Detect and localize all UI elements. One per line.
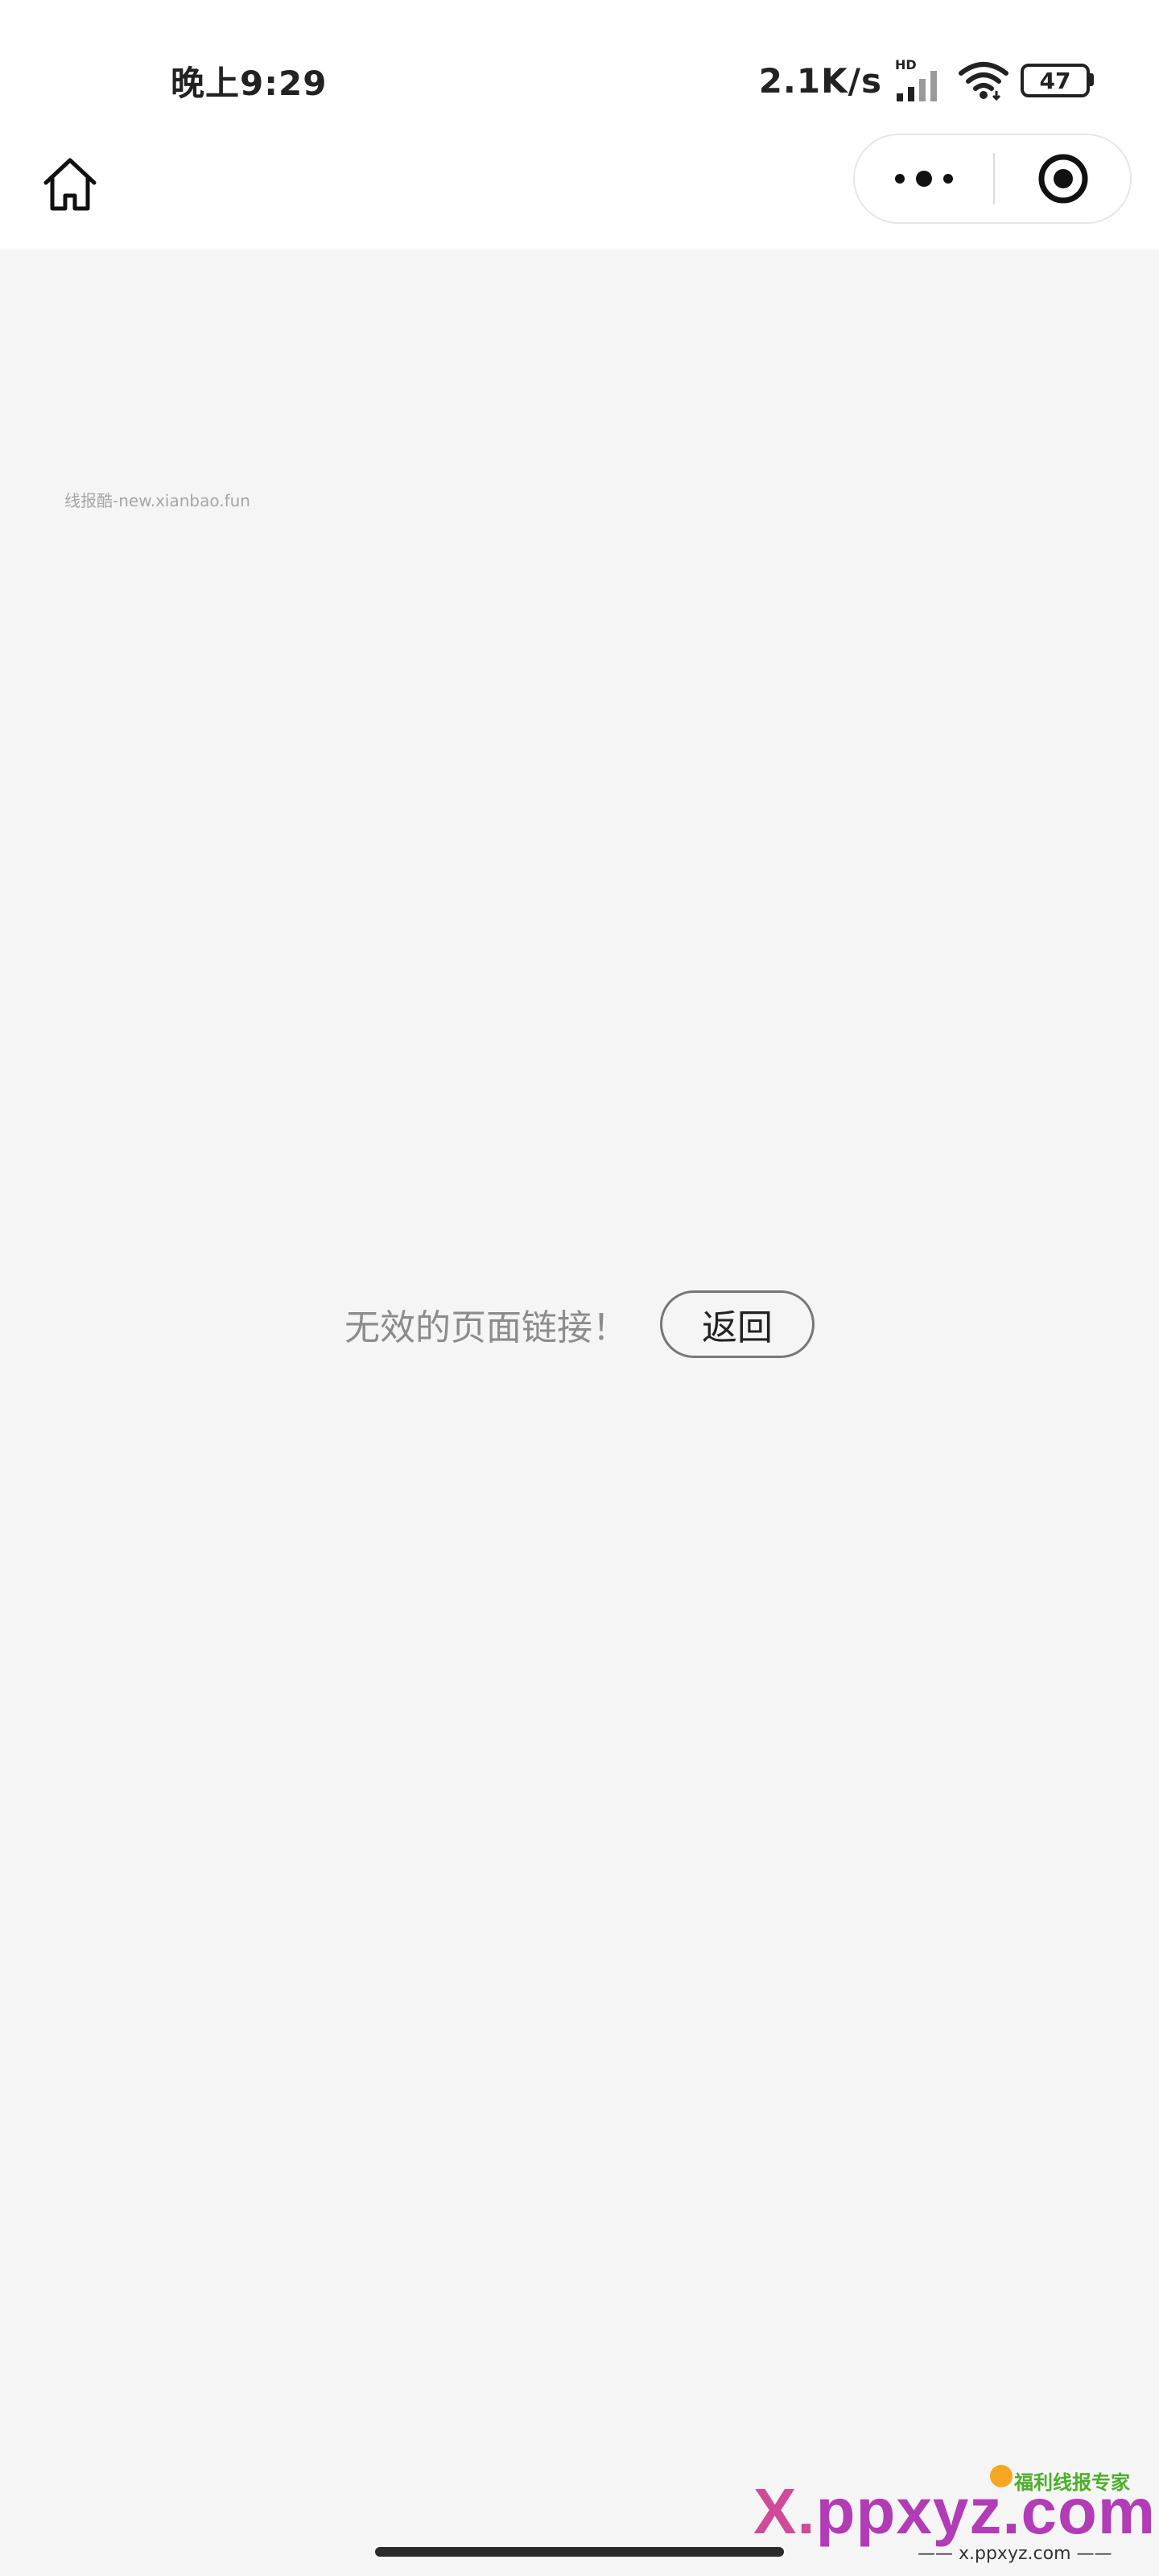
battery-icon: 47: [1021, 64, 1095, 97]
brand-subtitle: —— x.ppxyz.com ——: [918, 2544, 1112, 2564]
brand-watermark-logo: 福利线报专家 X.ppxyz.com —— x.ppxyz.com ——: [749, 2463, 1155, 2564]
signal-icon: HD: [893, 58, 947, 103]
brand-name: X.ppxyz.com: [753, 2479, 1156, 2544]
network-speed: 2.1K/s: [758, 60, 882, 101]
status-icons: 2.1K/s HD 47: [759, 55, 1095, 106]
wifi-icon: [958, 60, 1009, 101]
brand-name-rest: ppxyz.com: [815, 2475, 1157, 2547]
status-bar: 晚上9:29 2.1K/s HD 47: [0, 0, 1159, 129]
more-button[interactable]: [855, 135, 993, 222]
home-icon: [43, 158, 97, 211]
status-time: 晚上9:29: [171, 64, 328, 103]
home-button[interactable]: [34, 148, 106, 221]
source-watermark: 线报酷-new.xianbao.fun: [64, 491, 250, 510]
back-button[interactable]: 返回: [660, 1290, 815, 1358]
nav-bar: [0, 129, 1159, 250]
brand-name-x: X.: [753, 2475, 816, 2547]
battery-level: 47: [1039, 67, 1071, 94]
more-dots-icon: [895, 171, 953, 187]
error-message: 无效的页面链接！: [344, 1307, 628, 1348]
error-row: 无效的页面链接！ 返回: [0, 1288, 1159, 1360]
target-circle-icon: [1038, 154, 1088, 204]
mini-program-capsule: [853, 134, 1132, 224]
home-indicator[interactable]: [375, 2547, 784, 2557]
close-button[interactable]: [995, 135, 1132, 222]
hd-label: HD: [895, 58, 917, 72]
